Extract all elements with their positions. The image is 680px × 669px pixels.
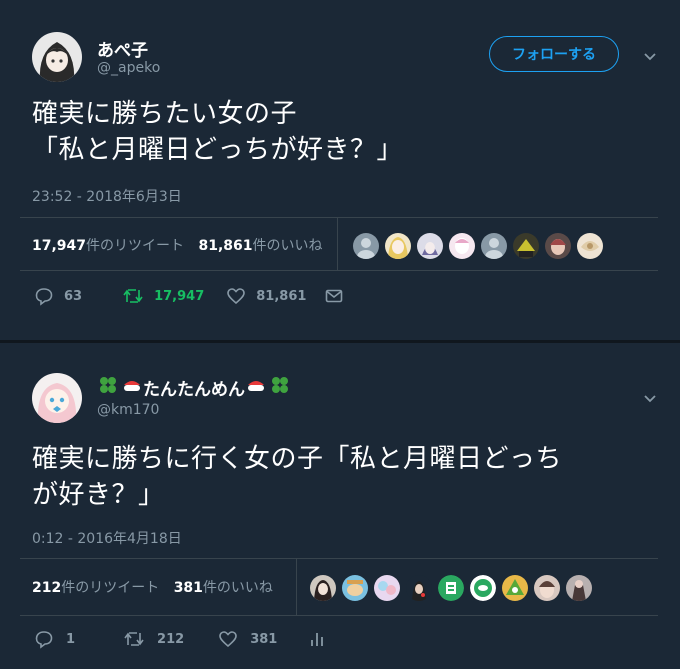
- like-button[interactable]: 81,861: [226, 286, 306, 306]
- analytics-button[interactable]: [307, 629, 327, 649]
- user-handle[interactable]: @km170: [97, 402, 159, 418]
- user-handle[interactable]: @_apeko: [97, 60, 160, 76]
- dm-icon: [324, 286, 344, 306]
- display-name-text: たんたんめん: [143, 380, 245, 400]
- engagement-stats: 212件のリツイート 381件のいいね: [32, 577, 273, 597]
- reply-count: 63: [64, 288, 83, 304]
- tweet-text: 確実に勝ちたい女の子 「私と月曜日どっちが好き？」: [32, 99, 404, 165]
- avatar[interactable]: [32, 32, 82, 82]
- reply-icon: [34, 629, 54, 649]
- liker-avatars: [310, 575, 592, 601]
- like-stat[interactable]: 81,861件のいいね: [198, 238, 322, 254]
- like-button[interactable]: 381: [218, 629, 277, 649]
- liker-avatar[interactable]: [385, 233, 411, 259]
- action-bar: 63 17,947 81,861: [34, 286, 344, 306]
- like-stat-label: 件のいいね: [202, 580, 273, 596]
- retweet-count: 17,947: [154, 288, 205, 304]
- reply-icon: [34, 286, 54, 306]
- tweet-1: あぺ子 @_apeko フォローする 確実に勝ちたい女の子 「私と月曜日どっちが…: [0, 0, 680, 340]
- liker-avatar[interactable]: [449, 233, 475, 259]
- clover-icon: [269, 374, 291, 401]
- liker-avatar[interactable]: [438, 575, 464, 601]
- liker-avatar[interactable]: [545, 233, 571, 259]
- dm-button[interactable]: [324, 286, 344, 306]
- sushi-icon: [245, 374, 267, 401]
- retweet-icon: [122, 286, 144, 306]
- like-icon: [218, 629, 238, 649]
- like-total: 381: [173, 580, 203, 596]
- liker-avatar[interactable]: [577, 233, 603, 259]
- liker-avatar[interactable]: [406, 575, 432, 601]
- timestamp[interactable]: 0:12 - 2016年4月18日: [32, 528, 182, 548]
- retweet-count: 212: [157, 631, 185, 647]
- retweet-stat-label: 件のリツイート: [86, 238, 185, 254]
- divider: [296, 559, 297, 615]
- caret-down-icon[interactable]: [640, 388, 660, 408]
- retweet-button[interactable]: 212: [123, 629, 184, 649]
- liker-avatars: [353, 233, 603, 259]
- clover-icon: [97, 374, 119, 401]
- action-bar: 1 212 381: [34, 629, 327, 649]
- liker-avatar[interactable]: [481, 233, 507, 259]
- divider: [337, 218, 338, 270]
- like-icon: [226, 286, 246, 306]
- liker-avatar[interactable]: [353, 233, 379, 259]
- analytics-icon: [307, 629, 327, 649]
- liker-avatar[interactable]: [342, 575, 368, 601]
- liker-avatar[interactable]: [513, 233, 539, 259]
- reply-button[interactable]: 1: [34, 629, 75, 649]
- like-count: 81,861: [256, 288, 307, 304]
- retweet-button[interactable]: 17,947: [122, 286, 204, 306]
- divider: [20, 558, 658, 559]
- display-name[interactable]: たんたんめん: [97, 374, 291, 401]
- retweet-stat-label: 件のリツイート: [61, 580, 160, 596]
- like-total: 81,861: [198, 238, 253, 254]
- tweet-text: 確実に勝ちに行く女の子「私と月曜日どっち が好き？」: [32, 444, 563, 510]
- retweet-total: 17,947: [32, 238, 87, 254]
- like-stat[interactable]: 381件のいいね: [174, 580, 273, 596]
- divider: [20, 217, 658, 218]
- reply-button[interactable]: 63: [34, 286, 82, 306]
- reply-count: 1: [66, 631, 76, 647]
- follow-button[interactable]: フォローする: [489, 36, 619, 72]
- caret-down-icon[interactable]: [640, 46, 660, 66]
- retweet-stat[interactable]: 17,947件のリツイート: [32, 238, 184, 254]
- liker-avatar[interactable]: [566, 575, 592, 601]
- liker-avatar[interactable]: [310, 575, 336, 601]
- liker-avatar[interactable]: [374, 575, 400, 601]
- engagement-stats: 17,947件のリツイート 81,861件のいいね: [32, 235, 323, 255]
- divider: [20, 615, 658, 616]
- display-name[interactable]: あぺ子: [97, 36, 148, 61]
- retweet-icon: [123, 629, 145, 649]
- retweet-stat[interactable]: 212件のリツイート: [32, 580, 159, 596]
- like-count: 381: [250, 631, 278, 647]
- timestamp[interactable]: 23:52 - 2018年6月3日: [32, 186, 182, 206]
- divider: [20, 270, 658, 271]
- liker-avatar[interactable]: [534, 575, 560, 601]
- liker-avatar[interactable]: [417, 233, 443, 259]
- retweet-total: 212: [32, 580, 62, 596]
- liker-avatar[interactable]: [470, 575, 496, 601]
- tweet-2: たんたんめん @km170 確実に勝ちに行く女の子「私と月曜日どっち が好き？」…: [0, 343, 680, 669]
- sushi-icon: [121, 374, 143, 401]
- avatar[interactable]: [32, 373, 82, 423]
- like-stat-label: 件のいいね: [252, 238, 323, 254]
- liker-avatar[interactable]: [502, 575, 528, 601]
